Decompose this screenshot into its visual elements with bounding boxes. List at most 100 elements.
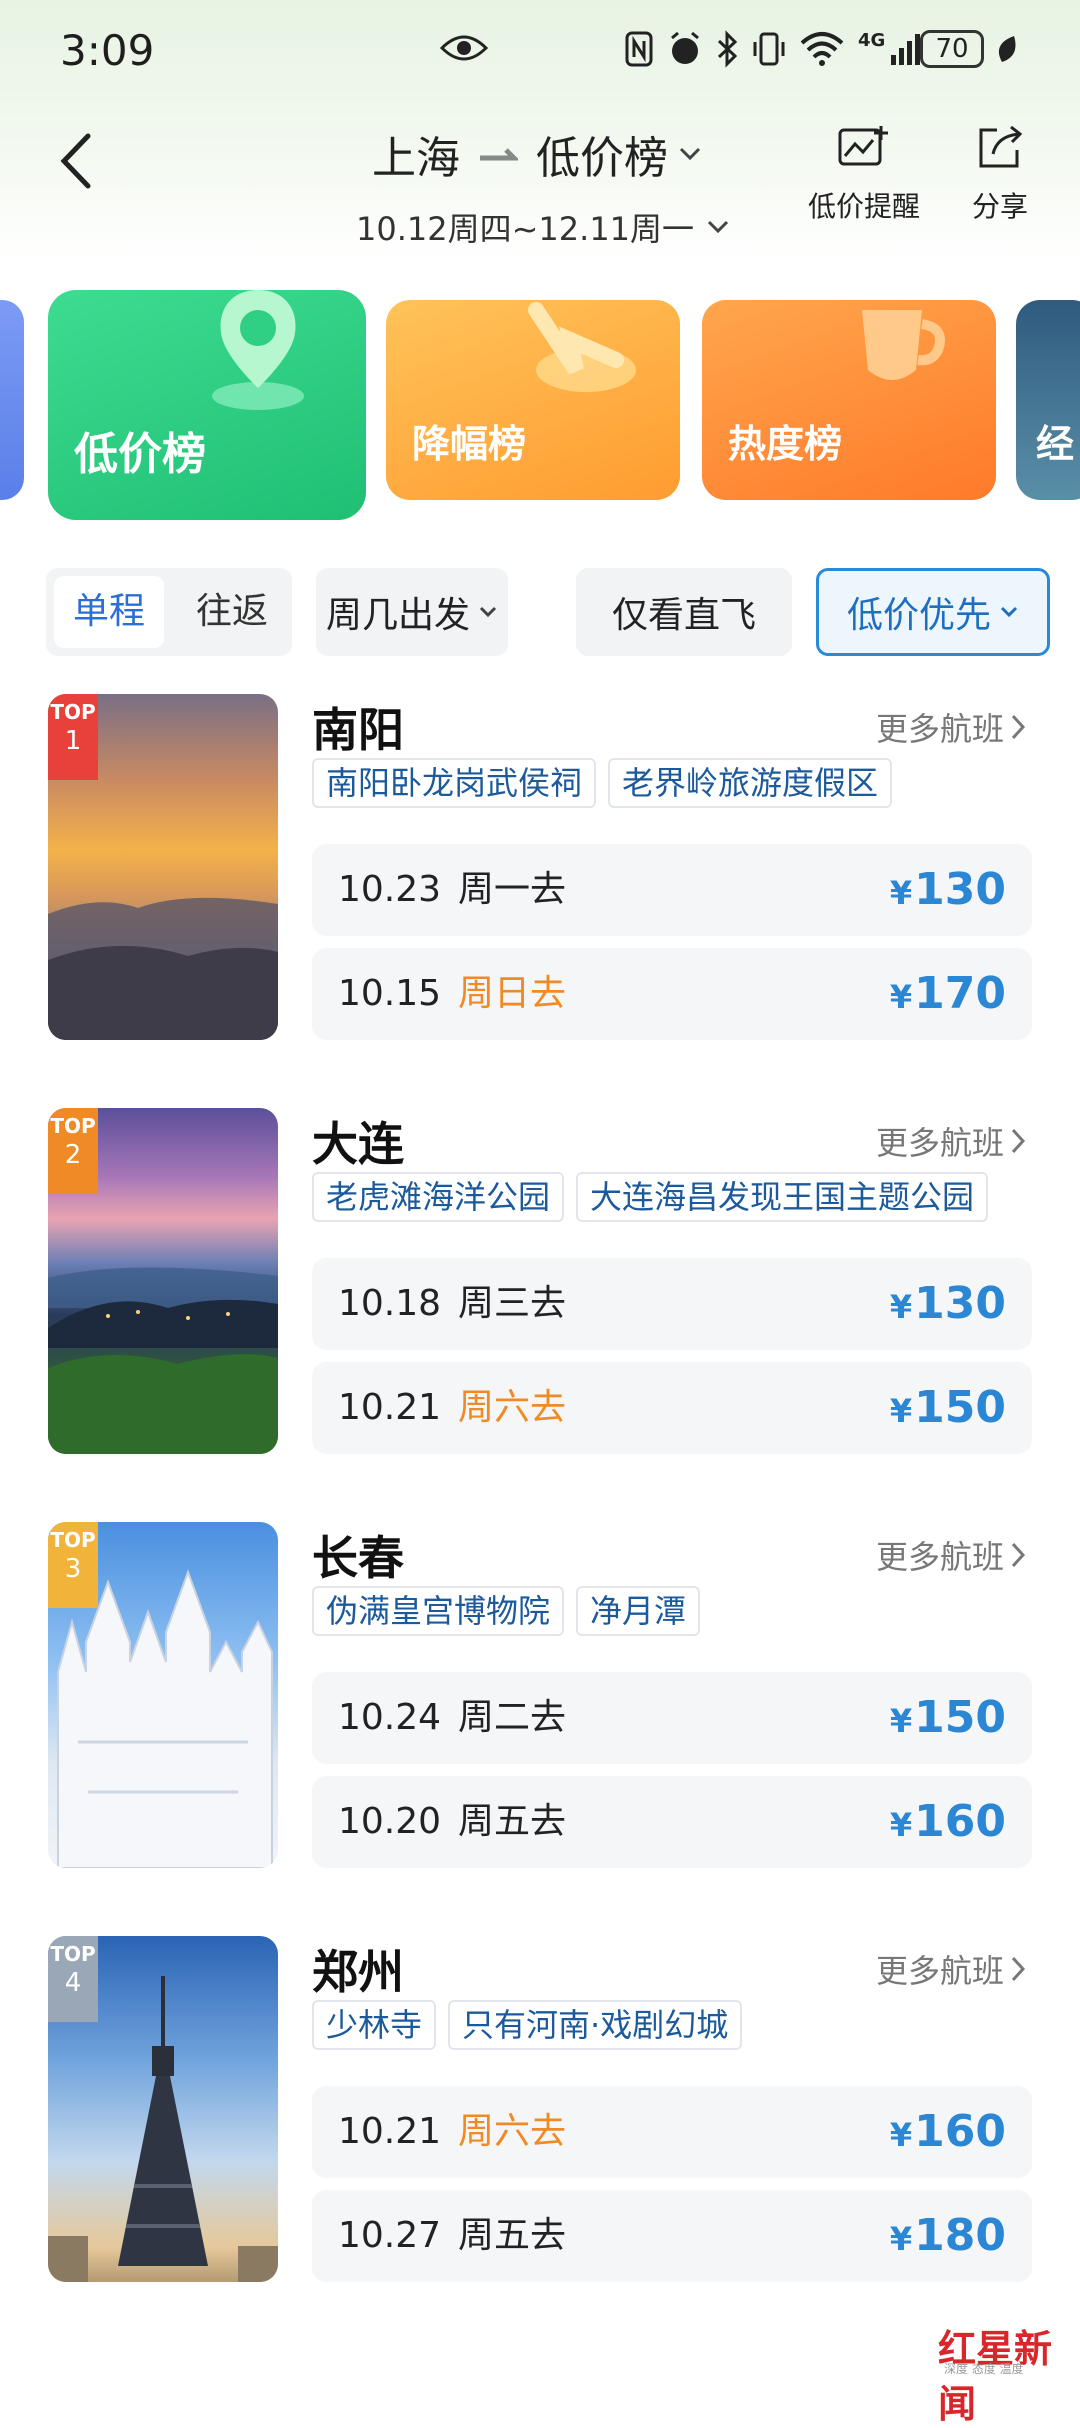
weekday-filter-label: 周几出发 [325, 595, 470, 636]
destination-card[interactable]: TOP 3 长春 更多航班 伪满皇宫博物院 净月潭 10.24 周二去 ¥150… [0, 1522, 1080, 1882]
destination-photo: TOP 2 [48, 1108, 278, 1454]
flight-weekday: 周一去 [458, 869, 567, 910]
price-alert-icon [838, 126, 888, 166]
flight-weekday: 周日去 [458, 973, 567, 1014]
flight-price: ¥150 [889, 1692, 1006, 1743]
nav-header: 上海 低价榜 10.12周四~12.11周一 低价提醒 分享 [0, 110, 1080, 260]
destination-photo: TOP 3 [48, 1522, 278, 1868]
attraction-tags: 少林寺 只有河南·戏剧幻城 [312, 2000, 743, 2050]
flight-option[interactable]: 10.21 周六去 ¥160 [312, 2086, 1032, 2178]
signal-icon [891, 34, 921, 65]
sort-filter[interactable]: 低价优先 [816, 568, 1050, 656]
attraction-tag[interactable]: 老虎滩海洋公园 [312, 1172, 565, 1222]
back-button[interactable] [58, 132, 94, 194]
attraction-tag[interactable]: 老界岭旅游度假区 [608, 758, 893, 808]
flight-price: ¥170 [889, 968, 1006, 1019]
category-card-next[interactable]: 经 [1016, 300, 1080, 500]
flight-option[interactable]: 10.20 周五去 ¥160 [312, 1776, 1032, 1868]
flight-price: ¥180 [889, 2210, 1006, 2261]
more-flights-link[interactable]: 更多航班 [876, 1946, 1026, 1992]
network-type: 4G [858, 30, 886, 51]
flight-weekday: 周六去 [458, 2111, 567, 2152]
battery-indicator: 70 [920, 30, 984, 68]
destination-card[interactable]: TOP 4 郑州 更多航班 少林寺 只有河南·戏剧幻城 10.21 周六去 ¥1… [0, 1936, 1080, 2296]
category-label: 热度榜 [728, 422, 843, 466]
flight-option[interactable]: 10.24 周二去 ¥150 [312, 1672, 1032, 1764]
more-flights-link[interactable]: 更多航班 [876, 704, 1026, 750]
leaf-icon [996, 34, 1018, 70]
chevron-down-icon [707, 220, 729, 234]
roundtrip-tab[interactable]: 往返 [182, 576, 282, 648]
oneway-tab[interactable]: 单程 [54, 576, 164, 648]
date-range: 10.12周四~12.11周一 [356, 210, 695, 248]
flight-price: ¥160 [889, 2106, 1006, 2157]
category-carousel: 低价榜 降幅榜 热度榜 经 [0, 290, 1080, 530]
weekday-filter[interactable]: 周几出发 [316, 568, 508, 656]
flight-weekday: 周三去 [458, 1283, 567, 1324]
category-label: 低价榜 [74, 429, 206, 480]
destination-label: 低价榜 [536, 133, 668, 184]
category-card-prev[interactable] [0, 300, 24, 500]
vibrate-icon [753, 32, 785, 66]
status-bar: 3:09 4G 70 [0, 0, 1080, 100]
flight-date: 10.15 [338, 973, 442, 1014]
flight-price: ¥160 [889, 1796, 1006, 1847]
chevron-right-icon [1011, 1542, 1026, 1568]
flight-weekday: 周二去 [458, 1697, 567, 1738]
flight-option[interactable]: 10.18 周三去 ¥130 [312, 1258, 1032, 1350]
flight-option[interactable]: 10.21 周六去 ¥150 [312, 1362, 1032, 1454]
more-flights-link[interactable]: 更多航班 [876, 1532, 1026, 1578]
trip-type-toggle: 单程 往返 [46, 568, 292, 656]
attraction-tag[interactable]: 只有河南·戏剧幻城 [448, 2000, 743, 2050]
attraction-tag[interactable]: 伪满皇宫博物院 [312, 1586, 565, 1636]
nfc-icon [625, 31, 653, 67]
price-alert-button[interactable]: 低价提醒 [808, 124, 920, 225]
cup-icon [862, 310, 945, 380]
route-selector[interactable]: 上海 低价榜 [372, 122, 702, 186]
destination-card[interactable]: TOP 2 大连 更多航班 老虎滩海洋公园 大连海昌发现王国主题公园 10.18… [0, 1108, 1080, 1468]
flight-date: 10.21 [338, 2111, 442, 2152]
attraction-tags: 老虎滩海洋公园 大连海昌发现王国主题公园 [312, 1172, 989, 1222]
bluetooth-icon [717, 30, 738, 68]
attraction-tag[interactable]: 少林寺 [312, 2000, 437, 2050]
trend-down-icon [528, 302, 636, 392]
flight-date: 10.18 [338, 1283, 442, 1324]
flight-option[interactable]: 10.23 周一去 ¥130 [312, 844, 1032, 936]
flight-date: 10.27 [338, 2215, 442, 2256]
flight-price: ¥130 [889, 1278, 1006, 1329]
chevron-down-icon [679, 147, 701, 161]
alarm-icon [671, 31, 699, 64]
map-pin-icon [212, 290, 304, 410]
chevron-down-icon [479, 606, 497, 618]
chevron-right-icon [1011, 714, 1026, 740]
attraction-tag[interactable]: 净月潭 [576, 1586, 701, 1636]
flight-weekday: 周五去 [458, 1801, 567, 1842]
chevron-right-icon [1011, 1956, 1026, 1982]
category-card-low-price[interactable]: 低价榜 [48, 290, 366, 520]
direct-only-filter[interactable]: 仅看直飞 [576, 568, 792, 656]
destination-photo: TOP 4 [48, 1936, 278, 2282]
flight-option[interactable]: 10.27 周五去 ¥180 [312, 2190, 1032, 2282]
more-flights-link[interactable]: 更多航班 [876, 1118, 1026, 1164]
chevron-right-icon [1011, 1128, 1026, 1154]
rank-badge: TOP 3 [48, 1522, 98, 1608]
flight-price: ¥130 [889, 864, 1006, 915]
price-alert-label: 低价提醒 [808, 190, 921, 223]
share-button[interactable]: 分享 [972, 124, 1028, 225]
direct-only-label: 仅看直飞 [611, 595, 756, 636]
category-card-drop[interactable]: 降幅榜 [386, 300, 680, 500]
category-card-hot[interactable]: 热度榜 [702, 300, 996, 500]
attraction-tag[interactable]: 南阳卧龙岗武侯祠 [312, 758, 597, 808]
share-icon [979, 125, 1023, 168]
date-range-selector[interactable]: 10.12周四~12.11周一 [356, 204, 730, 250]
flight-date: 10.24 [338, 1697, 442, 1738]
category-label: 降幅榜 [412, 422, 527, 466]
rank-badge: TOP 4 [48, 1936, 98, 2022]
flight-option[interactable]: 10.15 周日去 ¥170 [312, 948, 1032, 1040]
rank-badge: TOP 1 [48, 694, 98, 780]
destination-card[interactable]: TOP 1 南阳 更多航班 南阳卧龙岗武侯祠 老界岭旅游度假区 10.23 周一… [0, 694, 1080, 1054]
share-label: 分享 [972, 190, 1029, 223]
attraction-tag[interactable]: 大连海昌发现王国主题公园 [576, 1172, 989, 1222]
status-time: 3:09 [60, 26, 155, 75]
status-icons: 4G [624, 30, 923, 68]
